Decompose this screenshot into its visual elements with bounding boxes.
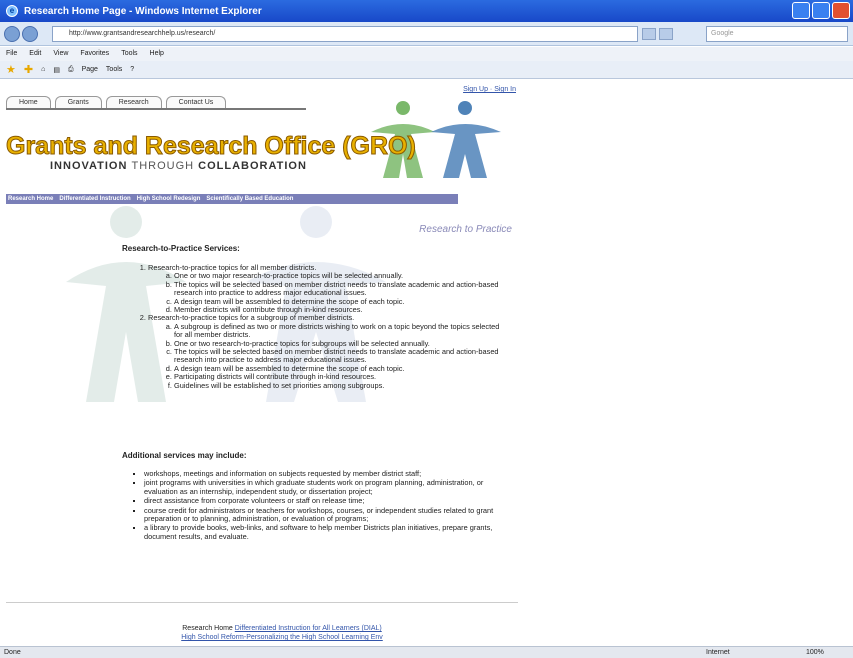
maximize-button[interactable] <box>812 2 830 19</box>
list-item: The topics will be selected based on mem… <box>174 347 502 365</box>
search-input[interactable]: Google <box>706 26 848 42</box>
menu-tools[interactable]: Tools <box>121 47 137 61</box>
web-page: Sign Up · Sign In Home Grants Research C… <box>6 84 518 646</box>
services-list: Research-to-practice topics for all memb… <box>132 263 502 390</box>
menu-bar: File Edit View Favorites Tools Help <box>0 47 853 61</box>
top-nav: Home Grants Research Contact Us <box>6 96 306 110</box>
list-item: workshops, meetings and information on s… <box>144 469 500 478</box>
menu-help[interactable]: Help <box>150 47 164 61</box>
refresh-button[interactable] <box>642 28 656 40</box>
window-controls <box>792 2 850 19</box>
tab-research[interactable]: Research <box>105 96 162 108</box>
menu-favorites[interactable]: Favorites <box>80 47 109 61</box>
list-item: The topics will be selected based on mem… <box>174 280 502 298</box>
additional-heading: Additional services may include: <box>122 451 247 460</box>
services-heading: Research-to-Practice Services: <box>122 244 240 253</box>
minimize-button[interactable] <box>792 2 810 19</box>
tab-contact[interactable]: Contact Us <box>165 96 227 108</box>
list-item: direct assistance from corporate volunte… <box>144 496 500 505</box>
signin-link[interactable]: Sign Up · Sign In <box>463 86 516 93</box>
stop-button[interactable] <box>659 28 673 40</box>
footer-home[interactable]: Research Home <box>182 625 233 632</box>
list-item: Research-to-practice topics for all memb… <box>148 263 502 314</box>
footer-link-dial[interactable]: Differentiated Instruction for All Learn… <box>235 625 382 632</box>
url-input[interactable]: http://www.grantsandresearchhelp.us/rese… <box>52 26 638 42</box>
address-actions <box>642 28 673 40</box>
feeds-icon[interactable]: ▤ <box>53 66 60 74</box>
list-item: joint programs with universities in whic… <box>144 479 500 496</box>
tab-grants[interactable]: Grants <box>54 96 102 108</box>
list-item: Guidelines will be established to set pr… <box>174 381 502 390</box>
zoom-level[interactable]: 100% <box>806 647 824 658</box>
tagline-part-2: THROUGH <box>131 160 195 172</box>
back-button[interactable] <box>4 25 20 42</box>
list-item: a library to provide books, web-links, a… <box>144 524 500 541</box>
close-button[interactable] <box>832 2 850 19</box>
add-favorites-icon[interactable]: ✚ <box>24 63 33 76</box>
menu-edit[interactable]: Edit <box>29 47 41 61</box>
site-tagline: INNOVATION THROUGH COLLABORATION <box>50 160 307 172</box>
footer-link-highschool[interactable]: High School Reform-Personalizing the Hig… <box>181 634 383 641</box>
additional-list: workshops, meetings and information on s… <box>130 469 500 542</box>
status-bar: Done Internet 100% <box>0 646 853 658</box>
home-icon[interactable]: ⌂ <box>41 66 45 73</box>
page-menu[interactable]: Page <box>82 66 98 73</box>
tools-menu[interactable]: Tools <box>106 66 122 73</box>
list-item: course credit for administrators or teac… <box>144 506 500 524</box>
tagline-part-1: INNOVATION <box>50 160 128 172</box>
subnav-research-home[interactable]: Research Home <box>8 194 53 204</box>
window-title: Research Home Page - Windows Internet Ex… <box>24 5 262 17</box>
menu-file[interactable]: File <box>6 47 17 61</box>
site-title: Grants and Research Office (GRO) <box>6 132 417 161</box>
ie-logo-icon: e <box>6 5 18 17</box>
favorites-star-icon[interactable]: ★ <box>6 63 16 76</box>
list-item: A subgroup is defined as two or more dis… <box>174 322 502 340</box>
divider <box>6 602 518 603</box>
tagline-part-3: COLLABORATION <box>198 160 307 172</box>
print-icon[interactable]: ⎙ <box>68 66 74 74</box>
command-bar: ★ ✚ ⌂ ▤ ⎙ Page Tools ? <box>0 61 853 79</box>
footer-links: Research Home Differentiated Instruction… <box>132 624 432 642</box>
browser-content: Sign Up · Sign In Home Grants Research C… <box>0 80 853 646</box>
status-text: Done <box>4 649 21 656</box>
forward-button[interactable] <box>22 25 38 42</box>
security-zone: Internet <box>706 649 730 656</box>
menu-view[interactable]: View <box>53 47 68 61</box>
list-item: Research-to-practice topics for a subgro… <box>148 314 502 390</box>
address-bar: http://www.grantsandresearchhelp.us/rese… <box>0 22 853 46</box>
section-tag: Research to Practice <box>419 224 512 235</box>
help-icon[interactable]: ? <box>130 66 134 73</box>
tab-home[interactable]: Home <box>6 96 51 108</box>
site-banner: Grants and Research Office (GRO) INNOVAT… <box>6 101 518 204</box>
window-title-bar: e Research Home Page - Windows Internet … <box>0 0 853 22</box>
